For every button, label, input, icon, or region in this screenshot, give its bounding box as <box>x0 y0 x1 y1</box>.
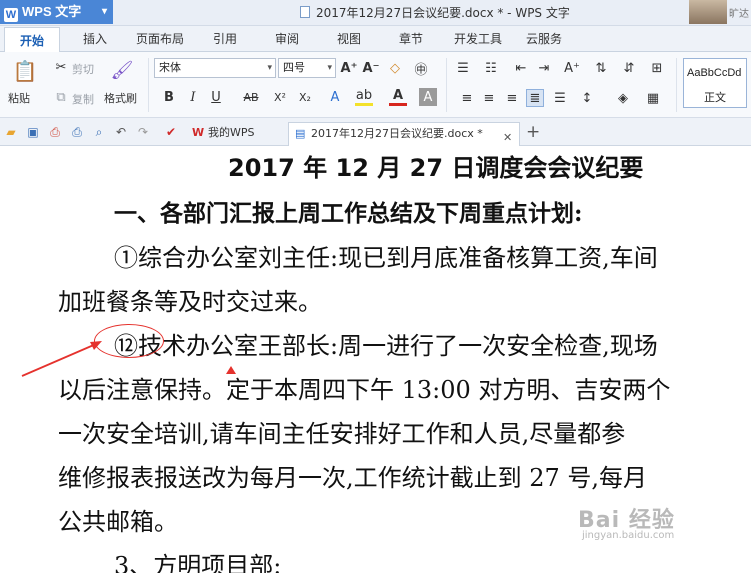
ribbon-toolbar: 📋 粘贴 ✂ 剪切 ⧉ 复制 🖌 格式刷 宋体 ▾ 四号 ▾ A⁺ A⁻ ◇ ㊥ B… <box>0 52 751 118</box>
align-center-icon[interactable]: ≡ <box>480 89 498 107</box>
tab-home[interactable]: 开始 <box>4 27 60 53</box>
grow-font-icon[interactable]: A⁺ <box>340 59 358 77</box>
tab-page-layout[interactable]: 页面布局 <box>126 26 194 52</box>
text-direction-icon[interactable]: A⁺ <box>563 59 581 77</box>
line-spacing-icon[interactable]: ↕ <box>578 89 596 107</box>
avatar[interactable] <box>689 0 727 24</box>
watermark: Bai 经验 jingyan.baidu.com <box>578 508 675 541</box>
undo-icon[interactable]: ↶ <box>114 125 128 139</box>
strikethrough-icon[interactable]: AB <box>238 88 264 106</box>
tab-view[interactable]: 视图 <box>324 26 374 52</box>
underline-icon[interactable]: U <box>207 88 225 106</box>
document-page[interactable]: 2017 年 12 月 27 日调度会会议纪要 一、各部门汇报上周工作总结及下周… <box>0 146 751 573</box>
app-name: WPS 文字 <box>22 4 82 19</box>
shrink-font-icon[interactable]: A⁻ <box>362 59 380 77</box>
wps-menu-button[interactable]: W WPS 文字 ▾ <box>0 0 113 24</box>
copy-icon[interactable]: ⧉ <box>52 88 70 106</box>
subscript-icon[interactable]: X₂ <box>296 88 314 106</box>
divider <box>676 58 677 112</box>
clear-format-icon[interactable]: ◇ <box>386 59 404 77</box>
document-title: 2017 年 12 月 27 日调度会会议纪要 <box>228 154 644 182</box>
sort-icon[interactable]: ⇅ <box>592 59 610 77</box>
annotation-marker <box>226 366 236 374</box>
wps-icon: W <box>192 126 205 139</box>
redo-icon[interactable]: ↷ <box>136 125 150 139</box>
format-painter-button[interactable]: 格式刷 <box>104 90 137 106</box>
title-bar: W WPS 文字 ▾ 2017年12月27日会议纪要.docx * - WPS 文… <box>0 0 751 26</box>
cut-button[interactable]: 剪切 <box>72 61 94 77</box>
tab-chapter[interactable]: 章节 <box>386 26 436 52</box>
paragraph-line: 维修报表报送改为每月一次,工作统计截止到 27 号,每月 <box>58 464 648 492</box>
tab-cloud-service[interactable]: 云服务 <box>516 26 572 52</box>
print-preview-icon[interactable]: ⌕ <box>92 125 106 139</box>
scissors-icon[interactable]: ✂ <box>52 58 70 76</box>
chevron-down-icon: ▾ <box>327 63 332 73</box>
export-pdf-icon[interactable]: ⎙ <box>48 125 62 139</box>
tab-review[interactable]: 审阅 <box>262 26 312 52</box>
doc-tab-my-wps[interactable]: W 我的WPS <box>186 122 286 146</box>
align-right-icon[interactable]: ≡ <box>503 89 521 107</box>
window-title: 2017年12月27日会议纪要.docx * - WPS 文字 <box>300 4 570 21</box>
section-heading: 一、各部门汇报上周工作总结及下周重点计划: <box>114 200 583 227</box>
doc-tab-meeting-minutes[interactable]: ▤ 2017年12月27日会议纪要.docx * ✕ <box>288 122 520 146</box>
numbered-list-icon[interactable]: ☷ <box>482 59 500 77</box>
paragraph-line: 加班餐条等及时交过来。 <box>58 288 322 316</box>
save-icon[interactable]: ▣ <box>26 125 40 139</box>
paragraph-line: ⑫技术办公室王部长:周一进行了一次安全检查,现场 <box>114 332 658 360</box>
style-normal[interactable]: AaBbCcDd 正文 <box>683 58 747 108</box>
show-marks-icon[interactable]: ⇵ <box>620 59 638 77</box>
style-name: 正文 <box>704 91 726 104</box>
justify-icon[interactable]: ≣ <box>526 89 544 107</box>
pinyin-icon[interactable]: ㊥ <box>412 59 430 78</box>
document-icon <box>300 6 310 18</box>
new-tab-icon[interactable]: + <box>526 122 540 142</box>
tab-references[interactable]: 引用 <box>200 26 250 52</box>
paragraph-line: ①综合办公室刘主任:现已到月底准备核算工资,车间 <box>114 244 658 272</box>
style-preview: AaBbCcDd <box>687 67 742 79</box>
font-size-select[interactable]: 四号 ▾ <box>278 58 336 78</box>
superscript-icon[interactable]: X² <box>271 88 289 106</box>
tab-developer[interactable]: 开发工具 <box>444 26 512 52</box>
char-shading-icon[interactable]: A <box>419 88 437 106</box>
table-grid-icon[interactable]: ⊞ <box>648 59 666 77</box>
highlight-icon[interactable]: ab <box>355 88 373 106</box>
italic-icon[interactable]: I <box>184 88 202 106</box>
paragraph-line: 以后注意保持。定于本周四下午 13:00 对方明、吉安两个 <box>58 376 671 404</box>
divider <box>148 58 149 112</box>
user-name[interactable]: 旷达 <box>729 5 749 20</box>
chevron-down-icon: ▾ <box>267 63 272 73</box>
ribbon-tab-bar: 开始 插入 页面布局 引用 审阅 视图 章节 开发工具 云服务 <box>0 26 751 53</box>
chevron-down-icon: ▾ <box>101 6 107 17</box>
section-heading: 3、方明项目部: <box>114 552 282 573</box>
paragraph-line: 公共邮箱。 <box>58 508 178 536</box>
tab-insert[interactable]: 插入 <box>70 26 120 52</box>
copy-button[interactable]: 复制 <box>72 91 94 107</box>
format-painter-icon[interactable]: 🖌 <box>110 58 134 82</box>
border-icon[interactable]: ▦ <box>644 89 662 107</box>
distributed-icon[interactable]: ☰ <box>551 89 569 107</box>
customize-icon[interactable]: ✔ <box>164 125 178 139</box>
document-icon: ▤ <box>295 127 306 140</box>
bold-icon[interactable]: B <box>160 88 178 106</box>
increase-indent-icon[interactable]: ⇥ <box>535 59 553 77</box>
paste-button[interactable]: 粘贴 <box>8 90 30 106</box>
paragraph-line: 一次安全培训,请车间主任安排好工作和人员,尽量都参 <box>58 420 626 448</box>
decrease-indent-icon[interactable]: ⇤ <box>512 59 530 77</box>
paragraph-shading-icon[interactable]: ◈ <box>614 89 632 107</box>
bullet-list-icon[interactable]: ☰ <box>454 59 472 77</box>
wps-logo-icon: W <box>4 8 18 22</box>
font-name-select[interactable]: 宋体 ▾ <box>154 58 276 78</box>
font-color-icon[interactable]: A <box>389 88 407 106</box>
quick-access-bar: ▰ ▣ ⎙ ⎙ ⌕ ↶ ↷ ✔ W 我的WPS ▤ 2017年12月27日会议纪要.… <box>0 118 751 146</box>
divider <box>446 58 447 112</box>
open-folder-icon[interactable]: ▰ <box>4 125 18 139</box>
print-icon[interactable]: ⎙ <box>70 125 84 139</box>
annotation-arrow <box>21 341 102 377</box>
align-left-icon[interactable]: ≡ <box>458 89 476 107</box>
text-effect-icon[interactable]: A <box>326 88 344 106</box>
paste-icon[interactable]: 📋 <box>12 58 38 84</box>
